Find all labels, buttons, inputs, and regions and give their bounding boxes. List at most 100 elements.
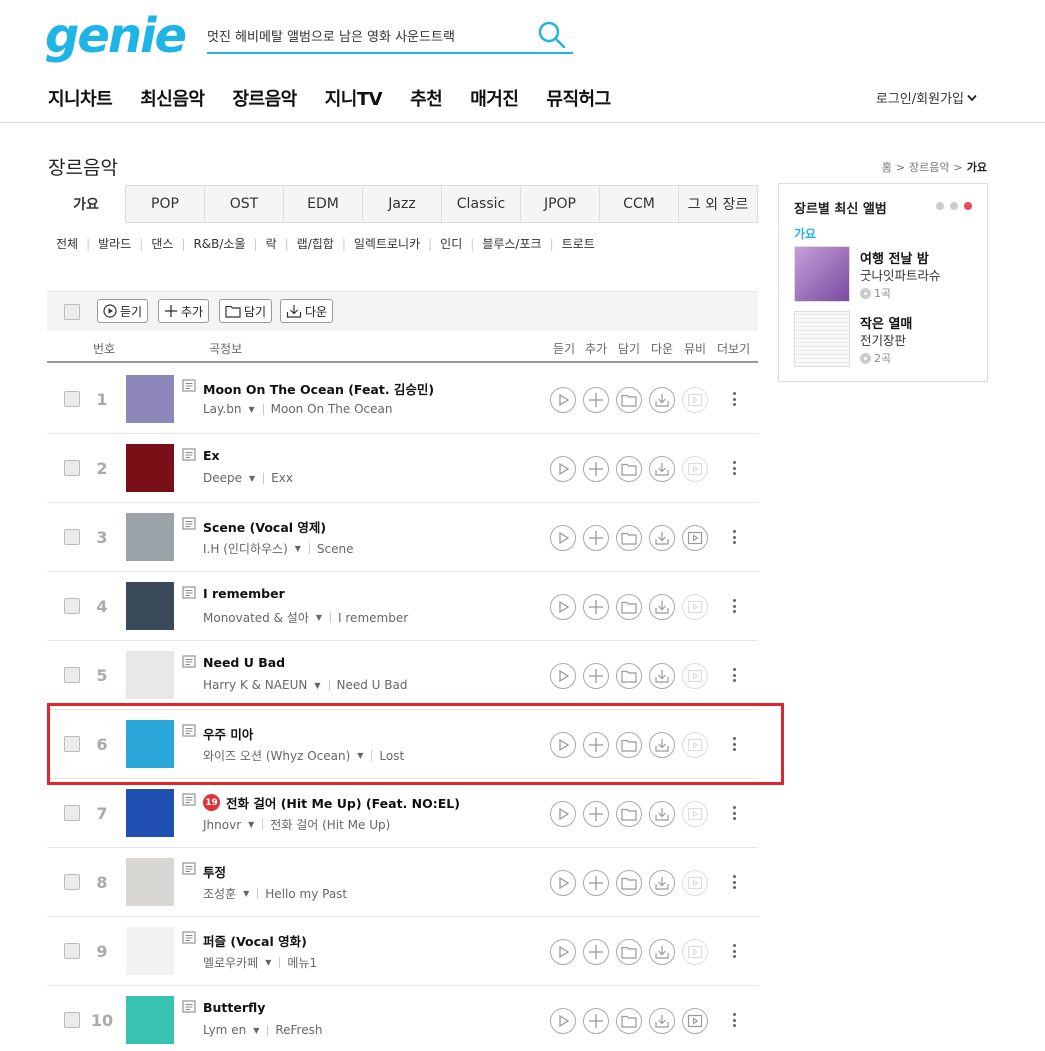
album-card[interactable]: 작은 열매 전기장판 2곡 — [794, 311, 984, 367]
lyrics-icon[interactable] — [182, 862, 196, 877]
music-video-button[interactable] — [682, 1008, 708, 1034]
album-cover[interactable] — [794, 311, 850, 367]
artist-dropdown-icon[interactable]: ▼ — [295, 544, 301, 553]
album-thumbnail[interactable] — [126, 996, 174, 1044]
track-title-text[interactable]: I remember — [203, 586, 285, 601]
tab-jpop[interactable]: JPOP — [521, 185, 600, 223]
save-button[interactable] — [616, 525, 642, 551]
add-button[interactable] — [583, 870, 609, 896]
more-options-icon[interactable] — [727, 1010, 741, 1030]
download-button[interactable] — [649, 1008, 675, 1034]
track-checkbox[interactable] — [64, 460, 80, 476]
album-artist[interactable]: 굿나잇파트라슈 — [860, 265, 941, 284]
artist-dropdown-icon[interactable]: ▼ — [265, 958, 271, 967]
track-row[interactable]: 5 Need U Bad Harry K & NAEUN ▼ Need U Ba… — [47, 641, 758, 710]
track-title[interactable]: 투정 — [203, 862, 226, 881]
carousel-dot[interactable] — [950, 202, 958, 210]
subgenre-item[interactable]: 락 — [266, 235, 277, 252]
more-options-icon[interactable] — [727, 803, 741, 823]
album-artist[interactable]: 전기장판 — [860, 330, 906, 349]
subgenre-item[interactable]: 트로트 — [562, 235, 595, 252]
breadcrumb-genre[interactable]: 장르음악 — [909, 159, 949, 175]
track-checkbox[interactable] — [64, 667, 80, 683]
album-thumbnail[interactable] — [126, 375, 174, 423]
tab-kpop[interactable]: 가요 — [47, 185, 126, 223]
track-checkbox[interactable] — [64, 805, 80, 821]
track-artist[interactable]: 멜로우카페 — [203, 954, 258, 971]
download-button[interactable]: 다운 — [280, 299, 334, 323]
download-button[interactable] — [649, 870, 675, 896]
save-button[interactable] — [616, 456, 642, 482]
subgenre-item[interactable]: 댄스 — [151, 235, 173, 252]
artist-dropdown-icon[interactable]: ▼ — [249, 474, 255, 483]
track-checkbox[interactable] — [64, 1012, 80, 1028]
track-row[interactable]: 1 Moon On The Ocean (Feat. 김승민) Lay.bn ▼… — [47, 365, 758, 434]
tab-jazz[interactable]: Jazz — [363, 185, 442, 223]
add-button[interactable] — [583, 801, 609, 827]
save-button[interactable] — [616, 1008, 642, 1034]
artist-dropdown-icon[interactable]: ▼ — [314, 681, 320, 690]
track-title-text[interactable]: Butterfly — [203, 1000, 265, 1015]
track-title-text[interactable]: Moon On The Ocean (Feat. 김승민) — [203, 379, 434, 398]
track-album[interactable]: Scene — [317, 542, 354, 556]
save-button[interactable] — [616, 939, 642, 965]
track-album[interactable]: Hello my Past — [265, 887, 347, 901]
download-button[interactable] — [649, 801, 675, 827]
add-button[interactable] — [583, 732, 609, 758]
save-button[interactable] — [616, 663, 642, 689]
more-options-icon[interactable] — [727, 734, 741, 754]
track-row[interactable]: 10 Butterfly Lym en ▼ ReFresh — [47, 986, 758, 1051]
download-button[interactable] — [649, 732, 675, 758]
track-row[interactable]: 2 Ex Deepe ▼ Exx — [47, 434, 758, 503]
search-input[interactable] — [207, 22, 527, 48]
lyrics-icon[interactable] — [182, 793, 196, 808]
save-button[interactable]: 담기 — [219, 299, 273, 323]
track-checkbox[interactable] — [64, 736, 80, 752]
track-album[interactable]: Moon On The Ocean — [271, 402, 393, 416]
artist-dropdown-icon[interactable]: ▼ — [248, 820, 254, 829]
artist-dropdown-icon[interactable]: ▼ — [253, 1026, 259, 1035]
subgenre-item[interactable]: 발라드 — [98, 235, 131, 252]
track-row[interactable]: 4 I remember Monovated & 설아 ▼ I remember — [47, 572, 758, 641]
lyrics-icon[interactable] — [182, 379, 196, 394]
carousel-dot[interactable] — [936, 202, 944, 210]
listen-button[interactable]: 듣기 — [97, 299, 149, 323]
track-title[interactable]: Ex — [203, 448, 220, 463]
tab-ccm[interactable]: CCM — [600, 185, 679, 223]
album-thumbnail[interactable] — [126, 582, 174, 630]
genie-logo[interactable]: genie — [45, 8, 187, 64]
track-title[interactable]: Need U Bad — [203, 655, 285, 670]
track-album[interactable]: ReFresh — [275, 1023, 322, 1037]
track-album[interactable]: Exx — [271, 471, 293, 485]
album-card[interactable]: 여행 전날 밤 굿나잇파트라슈 1곡 — [794, 246, 984, 302]
tab-edm[interactable]: EDM — [284, 185, 363, 223]
play-button[interactable] — [550, 663, 576, 689]
track-title[interactable]: 퍼즐 (Vocal 영화) — [203, 931, 307, 950]
track-artist[interactable]: Deepe — [203, 471, 242, 485]
add-button[interactable] — [583, 1008, 609, 1034]
play-button[interactable] — [550, 801, 576, 827]
add-button[interactable] — [583, 594, 609, 620]
album-thumbnail[interactable] — [126, 927, 174, 975]
artist-dropdown-icon[interactable]: ▼ — [248, 405, 254, 414]
more-options-icon[interactable] — [727, 872, 741, 892]
track-title-text[interactable]: 투정 — [203, 862, 226, 881]
track-row[interactable]: 8 투정 조성훈 ▼ Hello my Past — [47, 848, 758, 917]
track-album[interactable]: I remember — [338, 611, 408, 625]
lyrics-icon[interactable] — [182, 1000, 196, 1015]
track-row[interactable]: 3 Scene (Vocal 영제) I.H (인디하우스) ▼ Scene — [47, 503, 758, 572]
tab-pop[interactable]: POP — [126, 185, 205, 223]
tab-ost[interactable]: OST — [205, 185, 284, 223]
track-album[interactable]: Need U Bad — [337, 678, 408, 692]
play-button[interactable] — [550, 732, 576, 758]
track-checkbox[interactable] — [64, 874, 80, 890]
save-button[interactable] — [616, 387, 642, 413]
search-icon[interactable] — [537, 20, 567, 50]
play-button[interactable] — [550, 456, 576, 482]
album-thumbnail[interactable] — [126, 789, 174, 837]
artist-dropdown-icon[interactable]: ▼ — [243, 889, 249, 898]
add-button[interactable] — [583, 387, 609, 413]
lyrics-icon[interactable] — [182, 724, 196, 739]
download-button[interactable] — [649, 456, 675, 482]
more-options-icon[interactable] — [727, 941, 741, 961]
